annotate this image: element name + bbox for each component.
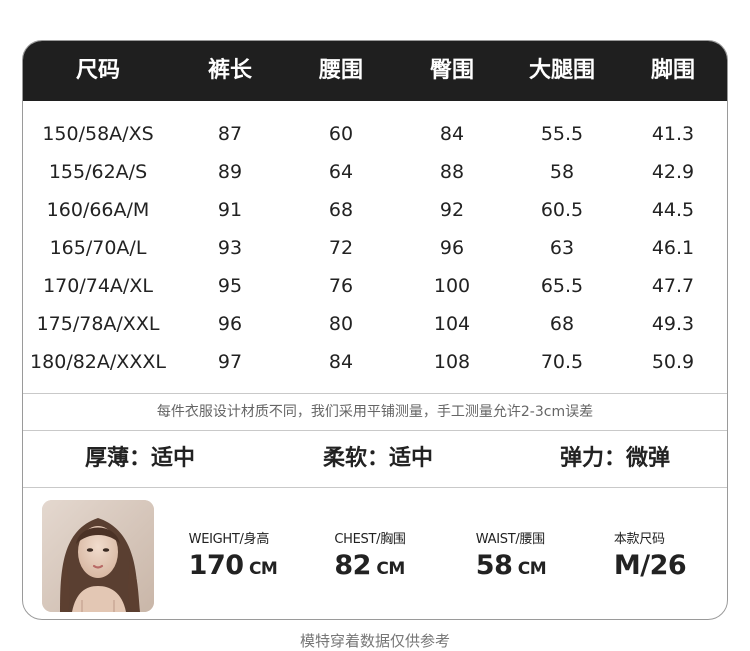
table-row: 175/78A/XXL 96 80 104 68 49.3 xyxy=(23,305,727,343)
cell-waist: 68 xyxy=(328,199,354,221)
stat-number: M/26 xyxy=(613,550,687,581)
stat-label: CHEST/胸围 xyxy=(334,532,406,547)
cell-size: 160/66A/M xyxy=(46,199,150,221)
property-label: 柔软 xyxy=(322,446,367,471)
table-row: 150/58A/XS 87 60 84 55.5 41.3 xyxy=(23,115,727,153)
cell-pants-length: 89 xyxy=(217,161,243,183)
table-row: 160/66A/M 91 68 92 60.5 44.5 xyxy=(23,191,727,229)
model-height-stat: WEIGHT/身高 170 CM xyxy=(189,528,278,581)
property-label: 厚薄 xyxy=(84,446,129,471)
cell-hip: 104 xyxy=(433,313,471,335)
property-softness: 柔软：适中 xyxy=(323,431,433,487)
cell-pants-length: 97 xyxy=(217,351,243,373)
stat-label: 本款尺码 xyxy=(613,532,665,547)
table-row: 155/62A/S 89 64 88 58 42.9 xyxy=(23,153,727,191)
cell-hip: 88 xyxy=(439,161,465,183)
stat-number: 82 xyxy=(334,550,371,581)
cell-pants-length: 96 xyxy=(217,313,243,335)
stat-unit: CM xyxy=(243,559,278,579)
property-value: 适中 xyxy=(389,446,434,471)
cell-waist: 64 xyxy=(328,161,354,183)
cell-size: 170/74A/XL xyxy=(43,275,153,297)
table-row: 170/74A/XL 95 76 100 65.5 47.7 xyxy=(23,267,727,305)
header-pants-length: 裤长 xyxy=(207,58,253,83)
cell-waist: 72 xyxy=(328,237,354,259)
cell-hem: 42.9 xyxy=(651,161,695,183)
model-size-stat: 本款尺码 M/26 xyxy=(613,528,687,581)
property-thickness: 厚薄：适中 xyxy=(85,431,195,487)
stat-value: 82 CM xyxy=(334,550,405,581)
table-row: 180/82A/XXXL 97 84 108 70.5 50.9 xyxy=(23,343,727,381)
cell-hip: 96 xyxy=(439,237,465,259)
stat-unit: CM xyxy=(512,559,547,579)
property-separator: ： xyxy=(603,446,627,471)
property-elasticity: 弹力：微弹 xyxy=(560,431,670,487)
stat-value: 58 CM xyxy=(475,550,547,581)
cell-pants-length: 91 xyxy=(217,199,243,221)
cell-pants-length: 87 xyxy=(217,123,243,145)
cell-waist: 60 xyxy=(328,123,354,145)
cell-thigh: 70.5 xyxy=(540,351,584,373)
cell-waist: 76 xyxy=(328,275,354,297)
header-thigh: 大腿围 xyxy=(528,58,596,83)
cell-hip: 92 xyxy=(439,199,465,221)
stat-unit: CM xyxy=(370,559,405,579)
stat-number: 170 xyxy=(188,550,244,581)
cell-hem: 49.3 xyxy=(651,313,695,335)
property-separator: ： xyxy=(366,446,390,471)
model-portrait-icon xyxy=(42,500,154,612)
cell-size: 155/62A/S xyxy=(48,161,148,183)
property-separator: ： xyxy=(128,446,152,471)
header-hip: 臀围 xyxy=(429,58,475,83)
header-size: 尺码 xyxy=(75,58,121,83)
divider xyxy=(23,487,727,488)
cell-size: 150/58A/XS xyxy=(42,123,154,145)
cell-hem: 41.3 xyxy=(651,123,695,145)
cell-hem: 50.9 xyxy=(651,351,695,373)
stat-label: WAIST/腰围 xyxy=(475,532,545,547)
property-value: 适中 xyxy=(151,446,196,471)
property-label: 弹力 xyxy=(559,446,604,471)
cell-thigh: 60.5 xyxy=(540,199,584,221)
cell-thigh: 65.5 xyxy=(540,275,584,297)
cell-size: 175/78A/XXL xyxy=(36,313,160,335)
size-chart-card: 尺码 裤长 腰围 臀围 大腿围 脚围 150/58A/XS 87 60 84 5… xyxy=(22,40,728,620)
cell-pants-length: 95 xyxy=(217,275,243,297)
measurement-note: 每件衣服设计材质不同，我们采用平铺测量，手工测量允许2-3cm误差 xyxy=(156,404,594,420)
cell-hip: 100 xyxy=(433,275,471,297)
cell-hip: 108 xyxy=(433,351,471,373)
cell-thigh: 55.5 xyxy=(540,123,584,145)
cell-hip: 84 xyxy=(439,123,465,145)
table-header: 尺码 裤长 腰围 臀围 大腿围 脚围 xyxy=(23,41,727,101)
cell-pants-length: 93 xyxy=(217,237,243,259)
table-row: 165/70A/L 93 72 96 63 46.1 xyxy=(23,229,727,267)
cell-hem: 47.7 xyxy=(651,275,695,297)
cell-waist: 80 xyxy=(328,313,354,335)
cell-hem: 46.1 xyxy=(651,237,695,259)
model-waist-stat: WAIST/腰围 58 CM xyxy=(475,528,547,581)
cell-thigh: 58 xyxy=(549,161,575,183)
stat-label: WEIGHT/身高 xyxy=(188,532,270,547)
model-avatar xyxy=(42,500,154,612)
stat-value: M/26 xyxy=(613,550,687,581)
header-hem: 脚围 xyxy=(650,58,696,83)
cell-hem: 44.5 xyxy=(651,199,695,221)
header-waist: 腰围 xyxy=(318,58,364,83)
cell-size: 180/82A/XXXL xyxy=(30,351,166,373)
footer-note: 模特穿着数据仅供参考 xyxy=(299,632,450,650)
cell-waist: 84 xyxy=(328,351,354,373)
cell-thigh: 63 xyxy=(549,237,575,259)
stat-value: 170 CM xyxy=(189,550,278,581)
property-value: 微弹 xyxy=(626,446,671,471)
cell-size: 165/70A/L xyxy=(49,237,147,259)
model-chest-stat: CHEST/胸围 82 CM xyxy=(334,528,406,581)
cell-thigh: 68 xyxy=(549,313,575,335)
stat-number: 58 xyxy=(475,550,513,581)
